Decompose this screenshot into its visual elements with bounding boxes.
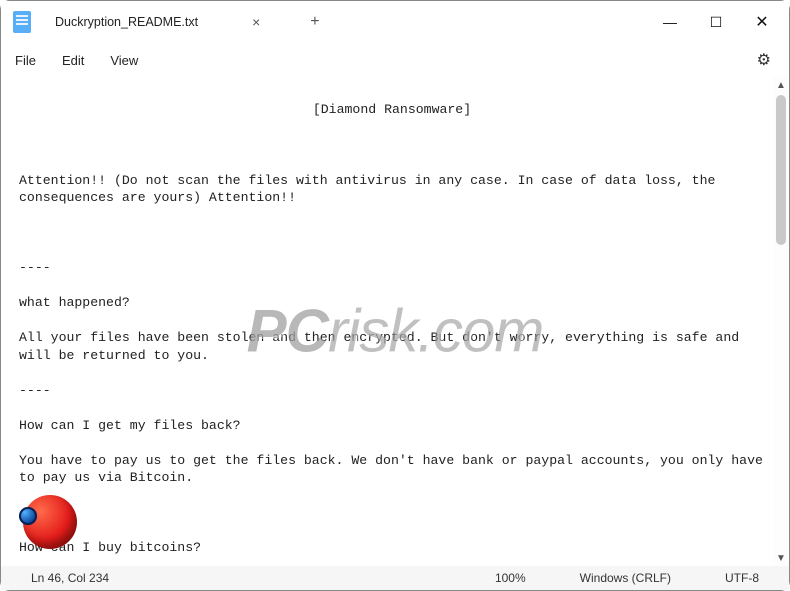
maximize-button[interactable]: ☐	[693, 1, 739, 43]
text-content[interactable]: [Diamond Ransomware] Attention!! (Do not…	[1, 77, 773, 566]
menubar: File Edit View ⚙	[1, 43, 789, 77]
text-line: How can I buy bitcoins?	[19, 539, 765, 557]
status-encoding: UTF-8	[703, 571, 781, 585]
settings-icon[interactable]: ⚙	[753, 46, 775, 74]
editor-area: [Diamond Ransomware] Attention!! (Do not…	[1, 77, 789, 566]
document-tab[interactable]: Duckryption_README.txt ×	[41, 5, 278, 39]
scroll-down-arrow[interactable]: ▼	[773, 550, 789, 566]
menu-edit[interactable]: Edit	[62, 53, 84, 68]
vertical-scrollbar[interactable]: ▲ ▼	[773, 77, 789, 566]
scroll-up-arrow[interactable]: ▲	[773, 77, 789, 93]
text-line: ----	[19, 382, 765, 400]
close-window-button[interactable]: ✕	[739, 1, 785, 43]
text-line	[19, 224, 765, 242]
scroll-thumb[interactable]	[776, 95, 786, 245]
text-line: ----	[19, 504, 765, 522]
tab-title: Duckryption_README.txt	[55, 15, 198, 29]
text-line: How can I get my files back?	[19, 417, 765, 435]
minimize-button[interactable]: —	[647, 1, 693, 43]
text-line: You have to pay us to get the files back…	[19, 452, 765, 487]
status-eol: Windows (CRLF)	[558, 571, 693, 585]
text-line: what happened?	[19, 294, 765, 312]
menu-file[interactable]: File	[15, 53, 36, 68]
notepad-app-icon	[13, 11, 31, 33]
doc-title: [Diamond Ransomware]	[19, 101, 765, 119]
window-controls: — ☐ ✕	[647, 1, 785, 43]
text-line: ----	[19, 259, 765, 277]
status-zoom[interactable]: 100%	[473, 571, 548, 585]
status-position: Ln 46, Col 234	[9, 571, 131, 585]
titlebar: Duckryption_README.txt × + — ☐ ✕	[1, 1, 789, 43]
tab-close-icon[interactable]: ×	[248, 14, 264, 30]
new-tab-button[interactable]: +	[302, 13, 327, 31]
text-line	[19, 137, 765, 155]
statusbar: Ln 46, Col 234 100% Windows (CRLF) UTF-8	[1, 566, 789, 590]
menu-view[interactable]: View	[110, 53, 138, 68]
text-line: All your files have been stolen and then…	[19, 329, 765, 364]
text-line: Attention!! (Do not scan the files with …	[19, 172, 765, 207]
